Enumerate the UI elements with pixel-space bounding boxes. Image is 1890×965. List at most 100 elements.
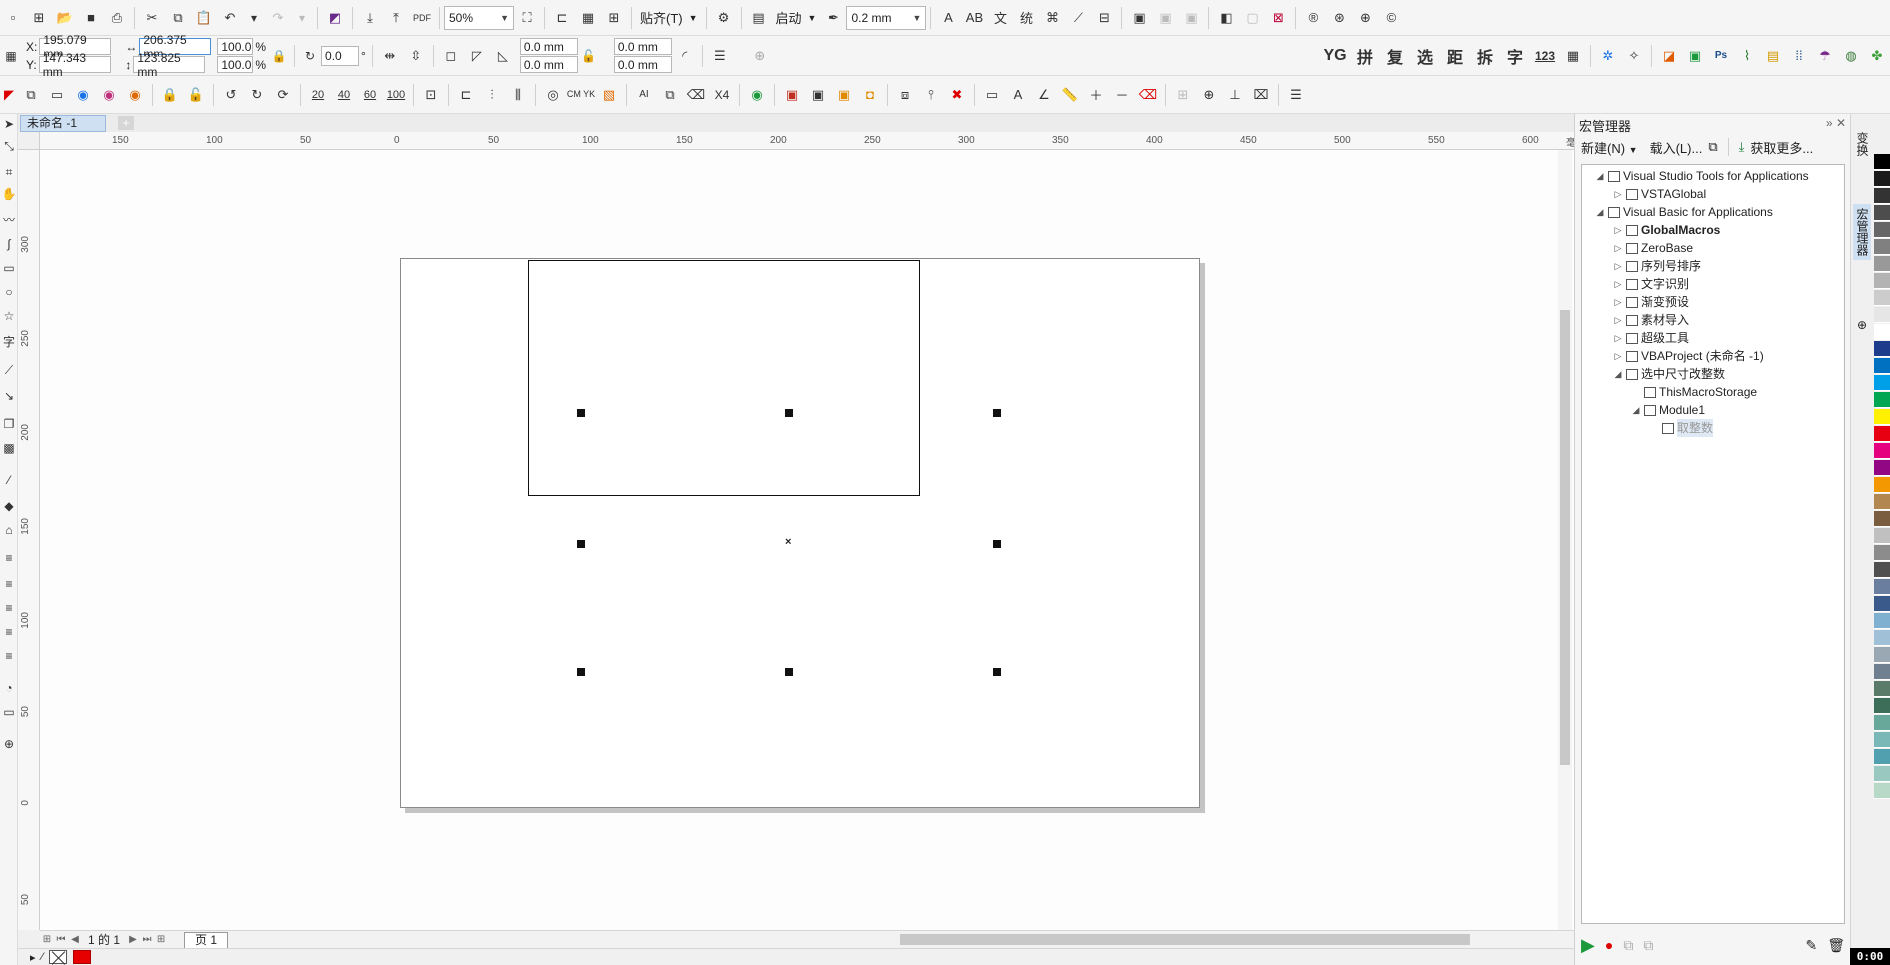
- registered-icon[interactable]: ®: [1300, 5, 1326, 31]
- circle-se-icon[interactable]: ⊛: [1326, 5, 1352, 31]
- collapse-icon[interactable]: »: [1826, 116, 1833, 130]
- text-wen-icon[interactable]: 文: [987, 5, 1013, 31]
- outline-color-swatch[interactable]: [73, 950, 92, 964]
- palette-swatch[interactable]: [1874, 460, 1890, 476]
- selection-handle-bottom-left[interactable]: [577, 668, 585, 676]
- unlock-icon[interactable]: 🔓: [183, 82, 209, 108]
- tree-expander-icon[interactable]: ◢: [1630, 401, 1642, 419]
- selection-handle-top-left[interactable]: [577, 409, 585, 417]
- palette-swatch[interactable]: [1874, 613, 1890, 629]
- tree-node[interactable]: ▷ 超级工具: [1612, 329, 1689, 347]
- next-page-icon[interactable]: ▶: [126, 934, 140, 945]
- tree-node[interactable]: ▷ VSTAGlobal: [1612, 185, 1707, 203]
- zoom-level-select[interactable]: 50% ▼: [444, 5, 514, 30]
- selection-handle-bottom-right[interactable]: [993, 668, 1001, 676]
- tree-node[interactable]: ▷ ZeroBase: [1612, 239, 1694, 257]
- palette-swatch[interactable]: [1874, 205, 1890, 221]
- new-macro-dropdown[interactable]: 新建(N) ▼: [1581, 138, 1638, 157]
- horizontal-ruler[interactable]: 毫米 1501005005010015020025030035040045050…: [40, 132, 1590, 150]
- selection-handle-right[interactable]: [993, 540, 1001, 548]
- plugin-icon-6[interactable]: ▣: [1178, 5, 1204, 31]
- add-docker-icon[interactable]: ⊕: [1853, 314, 1871, 336]
- open-icon[interactable]: 📂: [52, 5, 78, 31]
- crosshair-icon[interactable]: ⊕: [1196, 82, 1222, 108]
- tree-node[interactable]: ▷ 序列号排序: [1612, 257, 1701, 275]
- rotate-180-icon[interactable]: ↻: [244, 82, 270, 108]
- ai-icon[interactable]: AI: [631, 82, 657, 108]
- palette-swatch[interactable]: [1874, 511, 1890, 527]
- plugin-list-icon[interactable]: ▤: [1760, 43, 1786, 69]
- first-page-icon[interactable]: ⏮: [54, 934, 68, 945]
- corner-radius-bottom-right[interactable]: 0.0 mm: [613, 56, 672, 73]
- copy-icon[interactable]: ⧉: [165, 5, 191, 31]
- selection-handle-left[interactable]: [577, 540, 585, 548]
- palette-swatch[interactable]: [1874, 579, 1890, 595]
- plugin-orange-circle-icon[interactable]: ◉: [122, 82, 148, 108]
- crop-tool-icon[interactable]: ⌗: [1, 162, 17, 182]
- palette-swatch[interactable]: [1874, 324, 1890, 340]
- tree-expander-icon[interactable]: ◢: [1594, 203, 1606, 221]
- tree-node[interactable]: ▷ 素材导入: [1612, 311, 1689, 329]
- plugin-pin-button[interactable]: 拼: [1350, 43, 1380, 69]
- eyedropper-icon[interactable]: ⁄: [1, 470, 17, 490]
- fill-eyedropper-icon[interactable]: ⁄: [42, 951, 44, 963]
- plugin-purple-icon[interactable]: ☂: [1812, 43, 1838, 69]
- chamfered-corner-icon[interactable]: ◺: [490, 43, 516, 69]
- palette-swatch[interactable]: [1874, 545, 1890, 561]
- tree-expander-icon[interactable]: ▷: [1612, 311, 1624, 329]
- new-from-template-icon[interactable]: ⊞: [26, 5, 52, 31]
- vertical-ruler[interactable]: 300 250 200 150 100 50 0 50: [18, 150, 40, 930]
- delete-red-icon[interactable]: ✖: [944, 82, 970, 108]
- print-icon[interactable]: ⎙: [104, 5, 130, 31]
- snap-to-dropdown[interactable]: 贴齐(T) ▼: [636, 8, 702, 27]
- plugin-yg-button[interactable]: YG: [1320, 43, 1350, 69]
- object-origin-icon[interactable]: ▦: [0, 43, 22, 69]
- palette-swatch[interactable]: [1874, 409, 1890, 425]
- height-input[interactable]: 123.825 mm: [133, 51, 206, 79]
- palette-swatch[interactable]: [1874, 375, 1890, 391]
- image-icon-4[interactable]: ◘: [857, 82, 883, 108]
- tree-expander-icon[interactable]: ▷: [1612, 257, 1624, 275]
- vertical-scroll-thumb[interactable]: [1560, 310, 1570, 765]
- fill-none-swatch[interactable]: [49, 950, 68, 964]
- placeholder-icon[interactable]: ▭: [1, 702, 17, 722]
- palette-swatch[interactable]: [1874, 562, 1890, 578]
- add-page-after-icon[interactable]: ⊞: [154, 934, 168, 945]
- tree-expander-icon[interactable]: ▷: [1612, 275, 1624, 293]
- plugin-ju-button[interactable]: 距: [1440, 43, 1470, 69]
- palette-swatch[interactable]: [1874, 256, 1890, 272]
- tree-expander-icon[interactable]: ◢: [1594, 167, 1606, 185]
- palette-swatch[interactable]: [1874, 307, 1890, 323]
- preset-40-button[interactable]: 40: [331, 82, 357, 108]
- tree-node[interactable]: ThisMacroStorage: [1630, 383, 1757, 401]
- tree-expander-icon[interactable]: ▷: [1612, 239, 1624, 257]
- palette-swatch[interactable]: [1874, 749, 1890, 765]
- plugin-icon-8[interactable]: ▢: [1239, 5, 1265, 31]
- palette-swatch[interactable]: [1874, 443, 1890, 459]
- edit-macro-icon[interactable]: ✎: [1805, 937, 1817, 954]
- mirror-vertical-icon[interactable]: ⇳: [403, 43, 429, 69]
- tree-expander-icon[interactable]: ▷: [1612, 329, 1624, 347]
- rotate-icon[interactable]: ⟳: [270, 82, 296, 108]
- paste-icon[interactable]: 📋: [191, 5, 217, 31]
- corner-radius-top-left[interactable]: 0.0 mm: [519, 38, 578, 55]
- relative-corner-scaling-icon[interactable]: ◜: [672, 43, 698, 69]
- palette-swatch[interactable]: [1874, 222, 1890, 238]
- ruler-corner[interactable]: [18, 132, 40, 150]
- corner-radius-bottom-left[interactable]: 0.0 mm: [519, 56, 578, 73]
- plugin-icon-7[interactable]: ◧: [1213, 5, 1239, 31]
- drop-shadow-icon[interactable]: ❐: [1, 414, 17, 434]
- tree-node[interactable]: ◢ Visual Studio Tools for Applications: [1594, 167, 1809, 185]
- shape-tool-icon[interactable]: ⤡: [1, 136, 17, 156]
- tree-expander-icon[interactable]: ▷: [1612, 293, 1624, 311]
- undo-icon[interactable]: ↶: [217, 5, 243, 31]
- last-page-icon[interactable]: ⏭: [140, 934, 154, 945]
- palette-swatch[interactable]: [1874, 698, 1890, 714]
- selected-rectangle[interactable]: [528, 260, 920, 496]
- cmyk-button[interactable]: CM YK: [566, 82, 596, 108]
- docker-tab-macro-manager[interactable]: 宏管理器: [1853, 204, 1871, 260]
- rotation-center-icon[interactable]: ×: [785, 536, 791, 548]
- palette-swatch[interactable]: [1874, 732, 1890, 748]
- color-convert-icon[interactable]: ▧: [596, 82, 622, 108]
- palette-swatch[interactable]: [1874, 154, 1890, 170]
